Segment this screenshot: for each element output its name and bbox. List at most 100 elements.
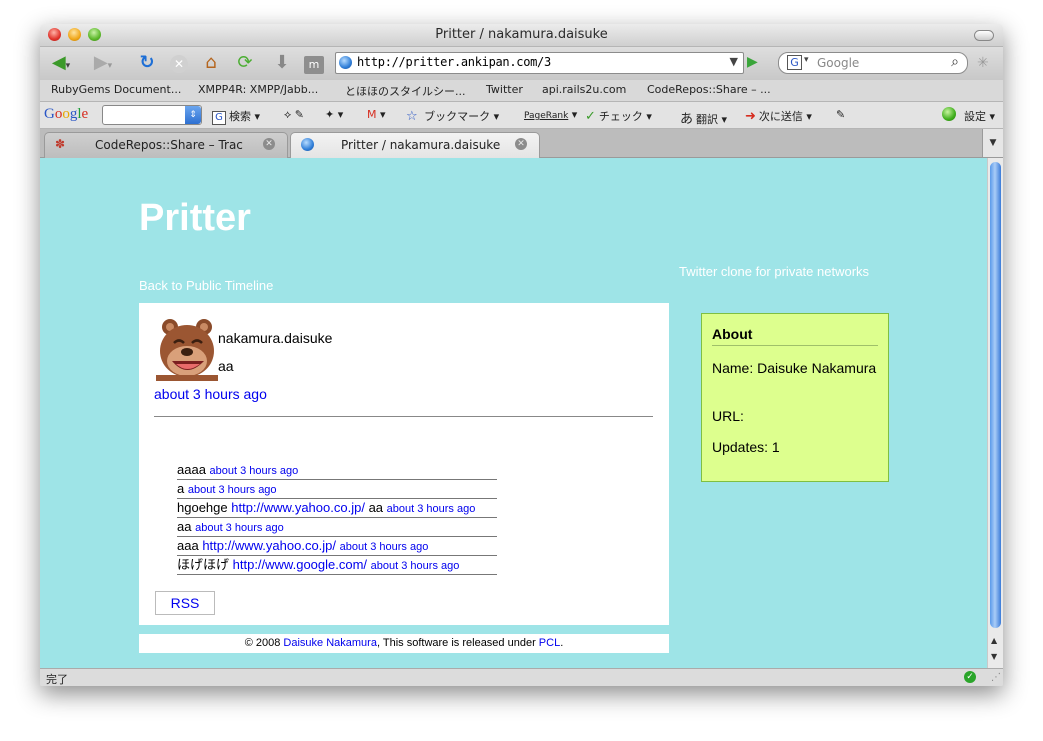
checkmark-icon: ✓ xyxy=(964,671,976,683)
status-text: aa xyxy=(218,358,234,374)
star-icon: ☆ xyxy=(406,109,418,124)
bookmark-coderepos[interactable]: CodeRepos::Share – ... xyxy=(647,83,771,96)
download-icon[interactable]: ⬇ xyxy=(271,52,293,74)
external-link[interactable]: http://www.yahoo.co.jp/ xyxy=(202,538,336,553)
timeline-list: aaaa about 3 hours ago a about 3 hours a… xyxy=(177,461,497,575)
forward-button[interactable]: ▶▾ xyxy=(88,52,118,74)
back-button[interactable]: ◀▾ xyxy=(46,52,76,74)
search-icon[interactable]: ⌕ xyxy=(951,54,959,70)
go-icon[interactable]: ▶ xyxy=(747,54,758,70)
reload-icon[interactable]: ↻ xyxy=(135,52,159,74)
status-text: 完了 xyxy=(46,673,68,686)
google-search-button[interactable]: G 検索 ▾ xyxy=(212,108,260,125)
translate-button[interactable]: あ翻訳 ▾ xyxy=(680,108,727,127)
browser-window: Pritter / nakamura.daisuke ◀▾ ▶▾ ↻ ✕ ⌂ ⟳… xyxy=(40,24,1003,686)
tab-pritter[interactable]: Pritter / nakamura.daisuke ✕ xyxy=(290,132,540,158)
timestamp-link[interactable]: about 3 hours ago xyxy=(195,522,284,534)
vertical-scrollbar[interactable]: ▲ ▼ xyxy=(987,158,1003,668)
translate-icon: あ xyxy=(680,112,694,127)
bookmarks-bar: RubyGems Document... XMPP4R: XMPP/Jabb..… xyxy=(40,80,1003,102)
resize-grip-icon[interactable]: ⋰ xyxy=(991,672,1001,683)
google-bookmarks-button[interactable]: ☆ ブックマーク ▾ xyxy=(406,108,499,124)
close-tab-icon[interactable]: ✕ xyxy=(515,138,527,150)
bookmark-tohoho[interactable]: とほほのスタイルシー... xyxy=(345,83,466,99)
settings-button[interactable]: 設定 ▾ xyxy=(964,108,995,124)
timeline-item: aa about 3 hours ago xyxy=(177,518,497,537)
back-arrow-icon: ◀ xyxy=(51,52,66,73)
address-bar[interactable]: http://pritter.ankipan.com/3 ▼ xyxy=(335,52,744,74)
spellcheck-button[interactable]: ✓ チェック ▾ xyxy=(585,108,652,124)
search-history-dropdown-icon[interactable]: ⇕ xyxy=(185,106,201,124)
history-dropdown-icon[interactable]: ▼ xyxy=(730,55,738,68)
stop-button[interactable]: ✕ xyxy=(167,52,191,74)
window-title: Pritter / nakamura.daisuke xyxy=(435,27,608,42)
pencil-icon[interactable]: ✎ xyxy=(836,108,845,121)
site-title: Pritter xyxy=(139,197,251,239)
bookmark-rails2u[interactable]: api.rails2u.com xyxy=(542,83,626,96)
external-link[interactable]: http://www.google.com/ xyxy=(233,557,367,572)
status-username: nakamura.daisuke xyxy=(218,330,333,346)
google-toolbar-search-input[interactable]: ⇕ xyxy=(102,105,202,125)
tab-label: CodeRepos::Share – Trac xyxy=(95,138,243,152)
rss-link[interactable]: RSS xyxy=(155,591,215,615)
pagerank-button[interactable]: PageRank ▾ xyxy=(524,108,577,121)
close-tab-icon[interactable]: ✕ xyxy=(263,138,275,150)
author-link[interactable]: Daisuke Nakamura xyxy=(283,637,377,649)
about-url: URL: xyxy=(712,408,744,424)
google-toolbar: Google ⇕ G 検索 ▾ ⟡ ✎ ✦ ▾ M ▾ ☆ ブックマーク ▾ Pa… xyxy=(40,102,1003,129)
status-timestamp-link[interactable]: about 3 hours ago xyxy=(154,386,267,402)
search-input[interactable]: G ▾ Google ⌕ xyxy=(778,52,968,74)
sync-icon[interactable]: ⟳ xyxy=(230,52,260,74)
back-to-public-timeline-link[interactable]: Back to Public Timeline xyxy=(139,278,273,293)
timestamp-link[interactable]: about 3 hours ago xyxy=(210,465,299,477)
tab-list-button[interactable]: ▼ xyxy=(982,129,1003,157)
bookmark-twitter[interactable]: Twitter xyxy=(486,83,523,96)
timestamp-link[interactable]: about 3 hours ago xyxy=(188,484,277,496)
bookmarklet-icon[interactable]: m xyxy=(302,52,326,74)
about-updates: Updates: 1 xyxy=(712,439,780,455)
timestamp-link[interactable]: about 3 hours ago xyxy=(340,541,429,553)
tab-bar: ✽ CodeRepos::Share – Trac ✕ Pritter / na… xyxy=(40,129,1003,158)
status-bar: 完了 ✓ ⋰ xyxy=(40,668,1003,686)
search-engine-icon[interactable]: G xyxy=(787,55,802,70)
scroll-up-icon[interactable]: ▲ xyxy=(991,636,997,645)
timestamp-link[interactable]: about 3 hours ago xyxy=(371,560,460,572)
gmail-icon[interactable]: M ▾ xyxy=(367,108,386,121)
page-footer: © 2008 Daisuke Nakamura, This software i… xyxy=(139,634,669,653)
activity-spinner-icon: ✳ xyxy=(977,55,989,71)
title-bar: Pritter / nakamura.daisuke xyxy=(40,24,1003,47)
send-to-button[interactable]: ➜ 次に送信 ▾ xyxy=(745,108,812,124)
spellcheck-icon: ✓ xyxy=(585,109,596,124)
main-panel: nakamura.daisuke aa about 3 hours ago aa… xyxy=(139,303,669,625)
timeline-item: hgoehge http://www.yahoo.co.jp/ aa about… xyxy=(177,499,497,518)
license-link[interactable]: PCL xyxy=(539,637,560,649)
search-placeholder: Google xyxy=(817,56,860,70)
tab-coderepos[interactable]: ✽ CodeRepos::Share – Trac ✕ xyxy=(44,132,288,158)
divider xyxy=(154,416,653,417)
site-tagline: Twitter clone for private networks xyxy=(679,264,870,279)
about-box: About Name: Daisuke Nakamura URL: Update… xyxy=(701,313,889,482)
bear-avatar[interactable] xyxy=(156,317,218,381)
scroll-down-icon[interactable]: ▼ xyxy=(991,652,997,661)
site-globe-icon xyxy=(339,56,352,69)
timestamp-link[interactable]: about 3 hours ago xyxy=(387,503,476,515)
globe-icon xyxy=(301,138,314,151)
home-icon[interactable]: ⌂ xyxy=(198,52,224,74)
external-link[interactable]: http://www.yahoo.co.jp/ xyxy=(231,500,365,515)
paw-icon: ✽ xyxy=(55,137,66,151)
scrollbar-thumb[interactable] xyxy=(990,162,1001,628)
url-text: http://pritter.ankipan.com/3 xyxy=(357,55,551,69)
highlight-icon[interactable]: ⟡ ✎ xyxy=(284,108,304,122)
toolbar-toggle-button[interactable] xyxy=(974,30,994,41)
about-name: Name: Daisuke Nakamura xyxy=(712,360,877,376)
status-indicator-icon xyxy=(942,107,956,121)
puzzle-icon[interactable]: ✦ ▾ xyxy=(325,108,343,121)
google-g-icon: G xyxy=(212,111,226,125)
google-logo[interactable]: Google xyxy=(44,106,88,123)
bookmark-rubygems[interactable]: RubyGems Document... xyxy=(51,83,181,96)
tab-label: Pritter / nakamura.daisuke xyxy=(341,138,501,152)
timeline-item: aaa http://www.yahoo.co.jp/ about 3 hour… xyxy=(177,537,497,556)
forward-arrow-icon: ▶ xyxy=(93,52,108,73)
timeline-item: ほげほげ http://www.google.com/ about 3 hour… xyxy=(177,556,497,575)
bookmark-xmpp4r[interactable]: XMPP4R: XMPP/Jabb... xyxy=(198,83,318,96)
